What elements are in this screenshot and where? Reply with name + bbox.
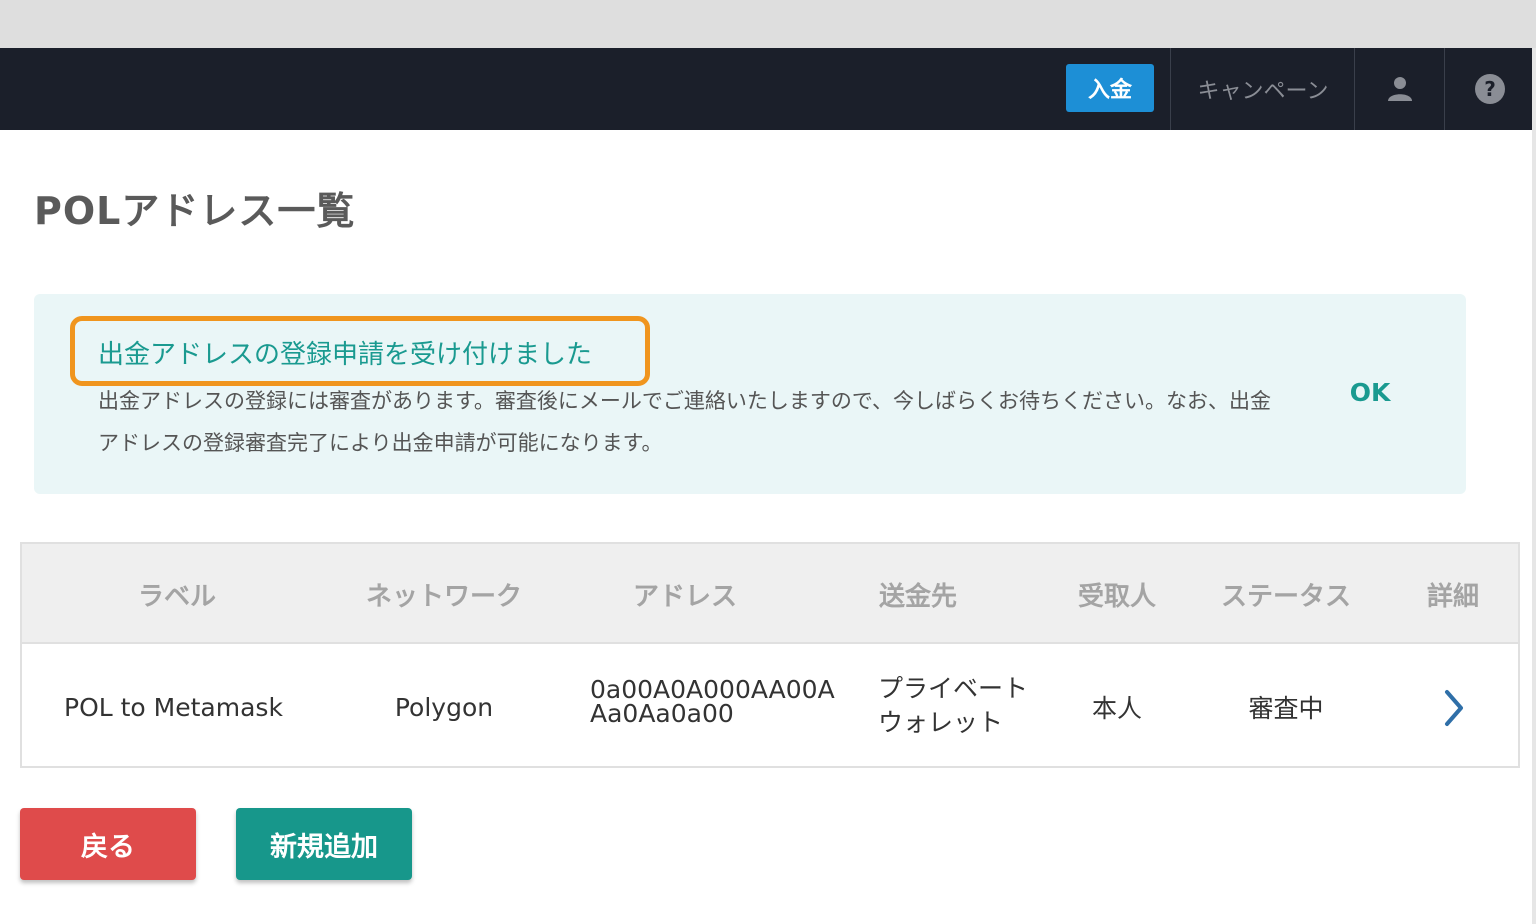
help-icon: ? (1475, 74, 1505, 104)
browser-top-bar (0, 0, 1536, 48)
column-header-status: ステータス (1220, 581, 1351, 612)
column-header-network: ネットワーク (365, 581, 522, 612)
cell-address: 0a00A0A000AA00AAa0Aa0a00 (590, 675, 835, 728)
campaign-link[interactable]: キャンペーン (1172, 48, 1354, 130)
add-address-button[interactable]: 新規追加 (236, 808, 412, 880)
svg-text:?: ? (1484, 77, 1496, 101)
nav-divider (1444, 48, 1445, 130)
column-header-address: アドレス (632, 581, 737, 612)
cell-network: Polygon (394, 692, 494, 722)
column-header-recipient: 受取人 (1077, 581, 1156, 612)
table-header: ラベル ネットワーク アドレス 送金先 受取人 ステータス 詳細 (22, 544, 1518, 644)
page-title: POLアドレス一覧 (34, 189, 356, 233)
cell-status: 審査中 (1248, 694, 1324, 723)
back-button[interactable]: 戻る (20, 808, 196, 880)
help-button[interactable]: ? (1446, 48, 1534, 130)
nav-divider (1354, 48, 1355, 130)
cell-label: POL to Metamask (64, 692, 283, 722)
cell-destination: プライベートウォレット (878, 674, 1029, 737)
user-icon (1388, 77, 1412, 101)
alert-title: 出金アドレスの登録申請を受け付けました (98, 340, 593, 370)
deposit-button[interactable]: 入金 (1066, 64, 1154, 112)
address-table: ラベル ネットワーク アドレス 送金先 受取人 ステータス 詳細 POL to … (20, 542, 1520, 768)
column-header-destination: 送金先 (878, 581, 957, 612)
alert-message: 出金アドレスの登録には審査があります。審査後にメールでご連絡いたしますので、今し… (98, 389, 1272, 455)
account-button[interactable] (1356, 48, 1444, 130)
cell-recipient: 本人 (1091, 694, 1142, 723)
column-header-label: ラベル (137, 581, 216, 612)
column-header-detail: 詳細 (1426, 581, 1479, 612)
detail-link[interactable] (1434, 684, 1474, 732)
nav-divider (1170, 48, 1171, 130)
alert-ok-button[interactable]: OK (1338, 370, 1402, 414)
chevron-right-icon (1445, 690, 1463, 726)
scrollbar-track[interactable] (1532, 48, 1536, 924)
